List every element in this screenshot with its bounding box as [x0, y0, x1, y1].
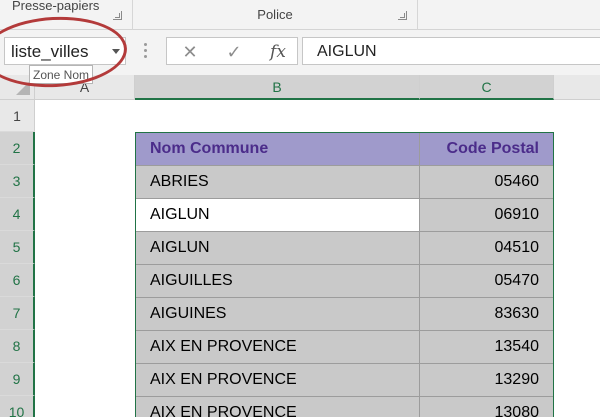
table-row: AIGLUN 04510	[136, 232, 553, 265]
row-header-7[interactable]: 7	[0, 297, 35, 330]
cell-commune[interactable]: ABRIES	[136, 166, 420, 198]
cell-code-postal[interactable]: 05470	[420, 265, 553, 297]
row-header-4[interactable]: 4	[0, 198, 35, 231]
fx-icon[interactable]: fx	[263, 40, 293, 64]
row-header-6[interactable]: 6	[0, 264, 35, 297]
cell-commune[interactable]: AIX EN PROVENCE	[136, 331, 420, 363]
cell-code-postal[interactable]: 13080	[420, 397, 553, 417]
row-header-2[interactable]: 2	[0, 132, 35, 165]
header-nom-commune[interactable]: Nom Commune	[136, 133, 420, 165]
communes-table: Nom Commune Code Postal ABRIES 05460 AIG…	[135, 132, 554, 417]
active-cell[interactable]: AIGLUN	[136, 199, 420, 231]
table-row: ABRIES 05460	[136, 166, 553, 199]
ribbon-group-font-label: Police	[257, 7, 293, 22]
formula-bar-resize-handle[interactable]	[144, 43, 147, 58]
clipboard-dialog-launcher-icon[interactable]	[113, 11, 122, 20]
check-icon[interactable]: ✓	[219, 40, 249, 64]
column-header-b[interactable]: B	[135, 75, 420, 100]
row-header-5[interactable]: 5	[0, 231, 35, 264]
formula-input[interactable]: AIGLUN	[302, 37, 600, 65]
row-header-1[interactable]: 1	[0, 100, 35, 132]
cell-commune[interactable]: AIGLUN	[136, 232, 420, 264]
column-header-c[interactable]: C	[420, 75, 554, 100]
header-code-postal[interactable]: Code Postal	[420, 133, 553, 165]
font-dialog-launcher-icon[interactable]	[398, 11, 407, 20]
table-header-row: Nom Commune Code Postal	[136, 133, 553, 166]
cell-code-postal[interactable]: 13290	[420, 364, 553, 396]
cell-commune[interactable]: AIGUILLES	[136, 265, 420, 297]
cell-code-postal[interactable]: 04510	[420, 232, 553, 264]
ribbon-group-font: Police	[133, 0, 418, 30]
formula-bar-buttons: ✕ ✓ fx	[166, 37, 298, 65]
column-header-d[interactable]	[554, 75, 600, 100]
cell-code-postal[interactable]: 83630	[420, 298, 553, 330]
table-row: AIGUILLES 05470	[136, 265, 553, 298]
table-row: AIX EN PROVENCE 13540	[136, 331, 553, 364]
table-row: AIGLUN 06910	[136, 199, 553, 232]
cell-code-postal[interactable]: 06910	[420, 199, 553, 231]
cell-commune[interactable]: AIX EN PROVENCE	[136, 364, 420, 396]
row-header-8[interactable]: 8	[0, 330, 35, 363]
cell-code-postal[interactable]: 13540	[420, 331, 553, 363]
table-row: AIX EN PROVENCE 13290	[136, 364, 553, 397]
table-row: AIX EN PROVENCE 13080	[136, 397, 553, 417]
cell-code-postal[interactable]: 05460	[420, 166, 553, 198]
row-header-9[interactable]: 9	[0, 363, 35, 396]
row-header-10[interactable]: 10	[0, 396, 35, 417]
row-header-3[interactable]: 3	[0, 165, 35, 198]
close-icon[interactable]: ✕	[175, 40, 205, 64]
cell-commune[interactable]: AIGUINES	[136, 298, 420, 330]
cell-commune[interactable]: AIX EN PROVENCE	[136, 397, 420, 417]
table-row: AIGUINES 83630	[136, 298, 553, 331]
formula-input-value: AIGLUN	[317, 43, 377, 60]
worksheet-grid[interactable]: Nom Commune Code Postal ABRIES 05460 AIG…	[35, 100, 600, 417]
